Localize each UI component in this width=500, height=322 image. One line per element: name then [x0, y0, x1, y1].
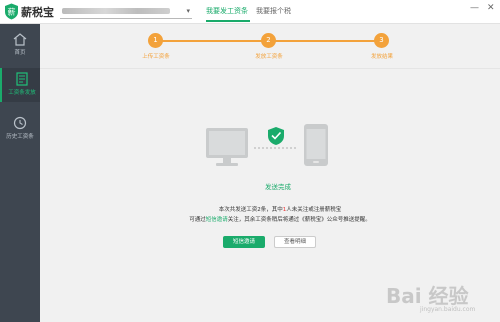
sidebar-item-label: 工资条发放 [8, 90, 36, 96]
tab-report-tax[interactable]: 我要报个税 [256, 6, 291, 16]
phone-icon [304, 124, 328, 166]
step-2-marker: 2 [261, 33, 276, 48]
step-3-label: 发放结果 [370, 54, 393, 60]
summary-suffix: 人未关注或注册薪税宝 [286, 207, 342, 213]
summary-prefix: 本次共发送工资2条，其中 [218, 207, 283, 213]
hint-prefix: 可通过 [189, 217, 206, 223]
close-button[interactable]: ✕ [487, 3, 495, 13]
header-divider [40, 68, 500, 69]
sidebar-item-history[interactable]: 历史工资条 [0, 112, 40, 146]
result-hint: 可通过短信邀请关注，其余工资条稍后将通过《薪税宝》公众号推送提醒。 [160, 215, 400, 223]
logo-glyph: 薪 [8, 7, 16, 17]
app-logo: 薪 [5, 3, 18, 20]
status-message: 发送完成 [265, 183, 291, 191]
sidebar-item-label: 首页 [14, 50, 26, 56]
sidebar-item-label: 历史工资条 [6, 134, 34, 140]
company-name-redacted [62, 8, 170, 14]
payslip-icon [16, 72, 28, 86]
sms-invite-button[interactable]: 短信邀请 [223, 236, 265, 248]
step-3-marker: 3 [374, 33, 389, 48]
step-2-label: 发放工资条 [255, 54, 283, 60]
hint-suffix: 关注，其余工资条稍后将通过《薪税宝》公众号推送提醒。 [227, 217, 371, 223]
app-name: 薪税宝 [21, 6, 54, 19]
step-progress: 1 上传工资条 2 发放工资条 3 发放结果 [40, 24, 500, 68]
watermark-text: Bai 经验 [386, 284, 469, 308]
check-shield-icon [268, 127, 284, 145]
step-1-label: 上传工资条 [142, 54, 170, 60]
sidebar: 首页 工资条发放 历史工资条 [0, 24, 40, 322]
sidebar-item-home[interactable]: 首页 [0, 28, 40, 62]
view-details-button[interactable]: 查看明细 [274, 236, 316, 248]
minimize-button[interactable]: — [470, 3, 479, 13]
sms-invite-link[interactable]: 短信邀请 [206, 217, 228, 223]
watermark-subtext: jingyan.baidu.com [420, 306, 476, 313]
active-tab-indicator [206, 20, 250, 22]
result-summary: 本次共发送工资2条，其中1人未关注或注册薪税宝 [160, 205, 400, 213]
sidebar-item-payslip[interactable]: 工资条发放 [0, 68, 40, 102]
history-icon [13, 116, 27, 130]
title-bar: 薪 薪税宝 ▾ 我要发工资条 我要报个税 — ✕ [0, 0, 500, 24]
chevron-down-icon: ▾ [186, 7, 190, 15]
company-select[interactable]: ▾ [60, 4, 192, 19]
main-panel: 1 上传工资条 2 发放工资条 3 发放结果 发送完成 本次共发送工资2条，其中… [40, 24, 500, 322]
tab-send-payslip[interactable]: 我要发工资条 [206, 6, 248, 16]
home-icon [13, 33, 27, 46]
step-1-marker: 1 [148, 33, 163, 48]
monitor-icon [206, 128, 248, 166]
